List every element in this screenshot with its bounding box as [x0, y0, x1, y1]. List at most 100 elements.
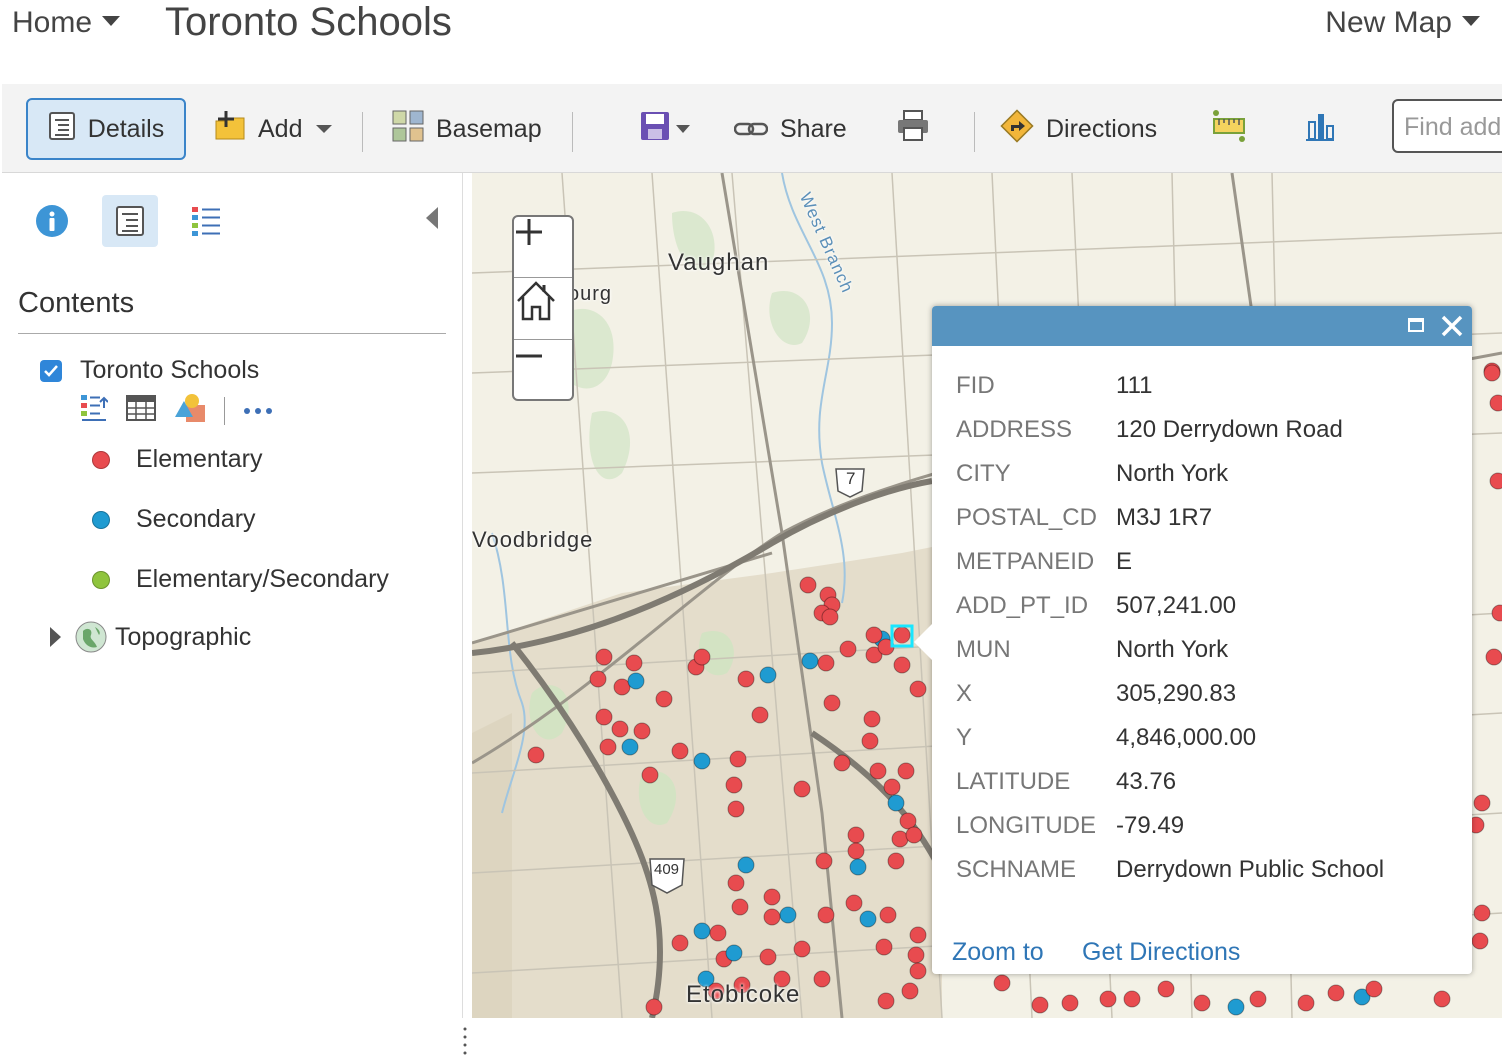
elementary-school-point[interactable]	[865, 626, 883, 644]
elementary-school-point[interactable]	[709, 924, 727, 942]
elementary-school-point[interactable]	[599, 738, 617, 756]
selected-school-point[interactable]	[895, 629, 909, 643]
basemap-button[interactable]: Basemap	[392, 98, 542, 160]
elementary-school-point[interactable]	[893, 656, 911, 674]
elementary-school-point[interactable]	[1473, 904, 1491, 922]
elementary-school-point[interactable]	[833, 754, 851, 772]
tab-content[interactable]	[102, 195, 158, 247]
secondary-school-point[interactable]	[1227, 998, 1245, 1016]
layer-topographic[interactable]: Topographic	[50, 621, 251, 653]
elementary-school-point[interactable]	[1327, 984, 1345, 1002]
elementary-school-point[interactable]	[883, 778, 901, 796]
secondary-school-point[interactable]	[725, 944, 743, 962]
elementary-school-point[interactable]	[887, 852, 905, 870]
elementary-school-point[interactable]	[869, 762, 887, 780]
elementary-school-point[interactable]	[595, 648, 613, 666]
elementary-school-point[interactable]	[763, 908, 781, 926]
home-menu[interactable]: Home	[12, 6, 121, 40]
elementary-school-point[interactable]	[817, 906, 835, 924]
elementary-school-point[interactable]	[737, 670, 755, 688]
layer-toronto-schools[interactable]: Toronto Schools	[40, 356, 259, 385]
elementary-school-point[interactable]	[909, 926, 927, 944]
elementary-school-point[interactable]	[909, 680, 927, 698]
elementary-school-point[interactable]	[861, 732, 879, 750]
elementary-school-point[interactable]	[1473, 794, 1491, 812]
analysis-button[interactable]	[1304, 98, 1336, 160]
elementary-school-point[interactable]	[589, 670, 607, 688]
secondary-school-point[interactable]	[779, 906, 797, 924]
elementary-school-point[interactable]	[891, 830, 909, 848]
elementary-school-point[interactable]	[901, 982, 919, 1000]
secondary-school-point[interactable]	[693, 922, 711, 940]
elementary-school-point[interactable]	[847, 842, 865, 860]
elementary-school-point[interactable]	[1365, 980, 1383, 998]
zoom-out-button[interactable]	[514, 341, 572, 401]
elementary-school-point[interactable]	[1471, 932, 1489, 950]
layer-visibility-checkbox[interactable]	[40, 359, 62, 382]
secondary-school-point[interactable]	[627, 672, 645, 690]
more-options-icon[interactable]	[243, 402, 273, 420]
secondary-school-point[interactable]	[859, 910, 877, 928]
details-button[interactable]: Details	[26, 98, 186, 160]
zoom-in-button[interactable]	[514, 217, 572, 277]
elementary-school-point[interactable]	[1485, 648, 1502, 666]
elementary-school-point[interactable]	[1489, 394, 1502, 412]
elementary-school-point[interactable]	[1297, 994, 1315, 1012]
elementary-school-point[interactable]	[595, 708, 613, 726]
secondary-school-point[interactable]	[693, 752, 711, 770]
elementary-school-point[interactable]	[527, 746, 545, 764]
elementary-school-point[interactable]	[727, 800, 745, 818]
attribute-table-icon[interactable]	[126, 395, 156, 426]
elementary-school-point[interactable]	[1061, 994, 1079, 1012]
elementary-school-point[interactable]	[897, 762, 915, 780]
elementary-school-point[interactable]	[1193, 994, 1211, 1012]
home-extent-button[interactable]	[514, 279, 572, 339]
secondary-school-point[interactable]	[621, 738, 639, 756]
change-style-icon[interactable]	[174, 393, 206, 428]
directions-button[interactable]: Directions	[1000, 98, 1157, 160]
elementary-school-point[interactable]	[875, 938, 893, 956]
elementary-school-point[interactable]	[1491, 604, 1502, 622]
secondary-school-point[interactable]	[801, 652, 819, 670]
elementary-school-point[interactable]	[759, 948, 777, 966]
elementary-school-point[interactable]	[907, 946, 925, 964]
elementary-school-point[interactable]	[905, 826, 923, 844]
elementary-school-point[interactable]	[1031, 996, 1049, 1014]
tab-about[interactable]	[24, 195, 80, 247]
elementary-school-point[interactable]	[625, 654, 643, 672]
elementary-school-point[interactable]	[725, 776, 743, 794]
elementary-school-point[interactable]	[815, 852, 833, 870]
elementary-school-point[interactable]	[751, 706, 769, 724]
secondary-school-point[interactable]	[759, 666, 777, 684]
save-button[interactable]	[640, 98, 690, 160]
elementary-school-point[interactable]	[1157, 980, 1175, 998]
elementary-school-point[interactable]	[793, 940, 811, 958]
add-button[interactable]: Add	[214, 98, 333, 160]
search-input[interactable]: Find add	[1392, 99, 1502, 153]
elementary-school-point[interactable]	[641, 766, 659, 784]
elementary-school-point[interactable]	[611, 720, 629, 738]
elementary-school-point[interactable]	[847, 826, 865, 844]
elementary-school-point[interactable]	[645, 998, 663, 1016]
elementary-school-point[interactable]	[993, 974, 1011, 992]
elementary-school-point[interactable]	[671, 934, 689, 952]
panel-resize-handle[interactable]	[463, 1025, 467, 1061]
zoom-to-link[interactable]: Zoom to	[952, 938, 1044, 967]
close-icon[interactable]	[1438, 312, 1466, 340]
collapse-panel-icon[interactable]	[426, 207, 438, 229]
measure-button[interactable]	[1212, 98, 1246, 160]
elementary-school-point[interactable]	[1483, 364, 1501, 382]
elementary-school-point[interactable]	[799, 576, 817, 594]
elementary-school-point[interactable]	[1249, 990, 1267, 1008]
elementary-school-point[interactable]	[909, 962, 927, 980]
elementary-school-point[interactable]	[1489, 472, 1502, 490]
maximize-icon[interactable]	[1408, 318, 1424, 332]
elementary-school-point[interactable]	[839, 640, 857, 658]
elementary-school-point[interactable]	[655, 690, 673, 708]
print-button[interactable]	[896, 98, 930, 160]
elementary-school-point[interactable]	[845, 894, 863, 912]
elementary-school-point[interactable]	[1099, 990, 1117, 1008]
get-directions-link[interactable]: Get Directions	[1082, 938, 1240, 967]
elementary-school-point[interactable]	[879, 906, 897, 924]
new-map-menu[interactable]: New Map	[1325, 6, 1480, 40]
